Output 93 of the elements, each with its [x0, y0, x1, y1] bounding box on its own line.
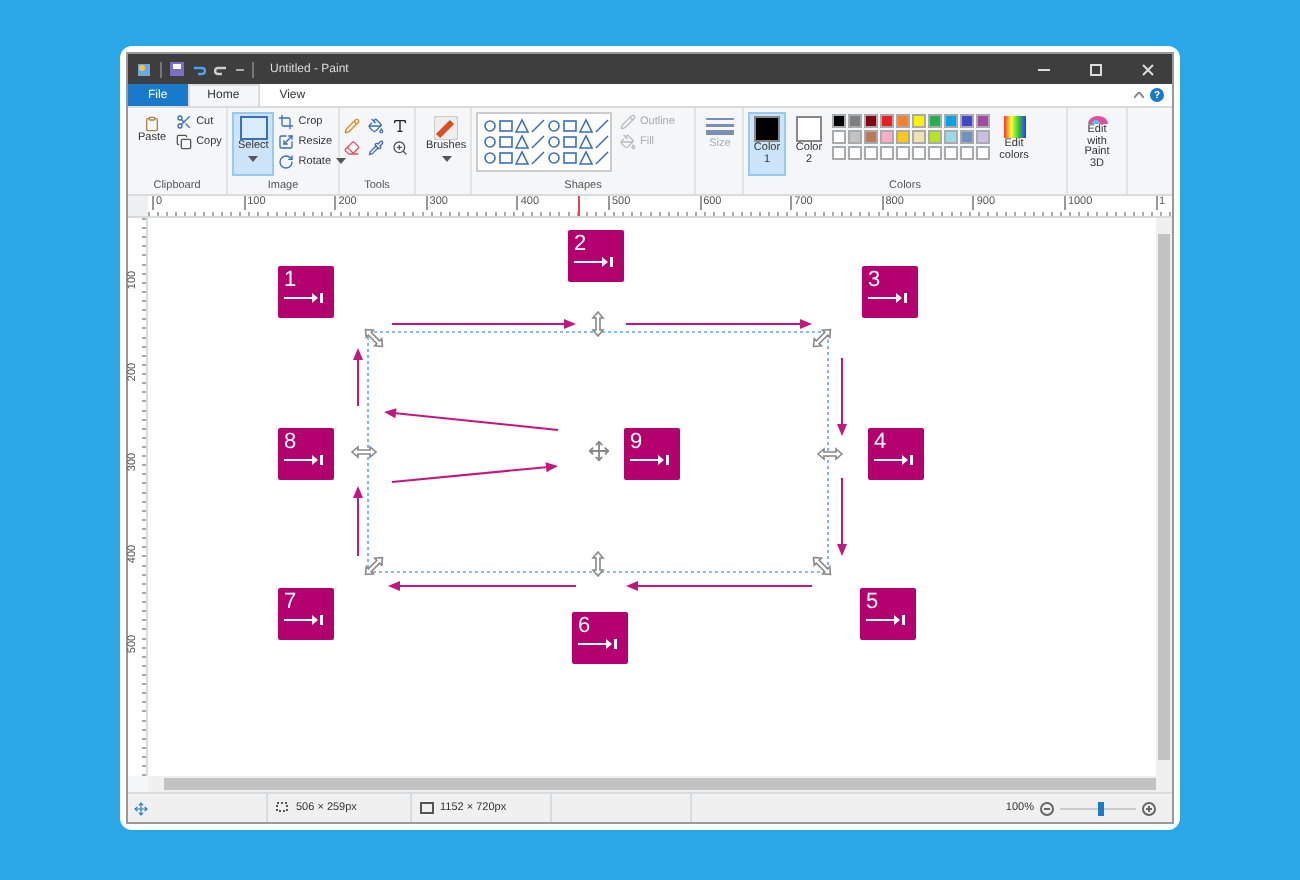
undo-icon[interactable]	[192, 62, 206, 76]
palette-swatch[interactable]	[832, 114, 846, 128]
palette-swatch[interactable]	[896, 130, 910, 144]
step-number: 5	[866, 592, 881, 614]
dropdown-icon[interactable]	[236, 65, 244, 73]
palette-swatch[interactable]	[928, 130, 942, 144]
arrow-to-bar-icon	[866, 614, 906, 626]
palette-swatch[interactable]	[976, 114, 990, 128]
drawing-canvas[interactable]: 2 1 3 8 9 4 7 5 6	[148, 218, 1156, 776]
step-number: 3	[868, 270, 883, 292]
arrow-to-bar-icon	[284, 614, 324, 626]
magnifier-icon	[392, 140, 408, 156]
arrow-to-bar-icon	[284, 292, 324, 304]
selection-size-icon	[276, 801, 290, 815]
palette-swatch[interactable]	[896, 114, 910, 128]
caret-icon[interactable]	[248, 155, 259, 162]
zoom-in-icon[interactable]	[1142, 801, 1156, 815]
zoom-out-icon[interactable]	[1040, 801, 1054, 815]
arrow-to-bar-icon	[868, 292, 908, 304]
line-width-icon	[706, 116, 734, 138]
resize-handle-icon[interactable]	[812, 328, 832, 348]
step-number: 8	[284, 432, 299, 454]
resize-handle-icon[interactable]	[364, 556, 384, 576]
palette-swatch[interactable]	[976, 130, 990, 144]
palette-swatch[interactable]	[960, 130, 974, 144]
brush-icon	[434, 116, 459, 140]
palette-swatch[interactable]	[960, 114, 974, 128]
collapse-ribbon-icon[interactable]	[1134, 92, 1144, 98]
palette-swatch[interactable]	[944, 130, 958, 144]
arrow-to-bar-icon	[574, 256, 614, 268]
color-picker-icon	[368, 140, 384, 156]
palette-swatch[interactable]	[944, 114, 958, 128]
palette-swatch[interactable]	[880, 130, 894, 144]
arrow	[353, 348, 363, 407]
shapes-gallery-drawing[interactable]	[476, 112, 612, 172]
maximize-icon[interactable]	[1088, 61, 1104, 77]
arrow-to-bar-icon	[874, 454, 914, 466]
step-number: 6	[578, 616, 593, 638]
fill-icon	[620, 133, 636, 149]
paint-3d-icon	[1087, 116, 1107, 124]
cursor-position-icon	[134, 801, 148, 815]
zoom-slider-thumb[interactable]	[1098, 801, 1105, 815]
palette-swatch[interactable]	[848, 114, 862, 128]
clipboard-icon	[144, 116, 161, 132]
move-icon[interactable]	[588, 440, 610, 462]
caret-icon[interactable]	[441, 155, 452, 162]
palette-swatch[interactable]	[928, 114, 942, 128]
scissors-icon	[176, 113, 193, 129]
save-icon[interactable]	[170, 62, 184, 76]
redo-icon[interactable]	[214, 62, 228, 76]
step-number: 9	[630, 432, 645, 454]
copy-icon	[176, 133, 193, 149]
step-number: 1	[284, 270, 299, 292]
resize-handle-icon[interactable]	[364, 328, 384, 348]
palette-swatch[interactable]	[880, 114, 894, 128]
outline-icon	[620, 113, 636, 129]
arrow	[837, 477, 847, 556]
arrow-to-bar-icon	[284, 454, 324, 466]
palette-swatch[interactable]	[864, 114, 878, 128]
resize-handle-icon[interactable]	[816, 447, 844, 461]
pencil-icon	[344, 118, 360, 134]
arrow	[837, 357, 847, 436]
arrow	[353, 486, 363, 557]
fill-bucket-icon	[368, 118, 384, 134]
arrow-to-bar-icon	[578, 638, 618, 650]
palette-swatch[interactable]	[912, 114, 926, 128]
step-number: 7	[284, 592, 299, 614]
resize-handle-icon[interactable]	[350, 445, 378, 459]
step-number: 2	[574, 234, 589, 256]
text-icon	[392, 118, 408, 134]
color-spectrum-icon	[1003, 116, 1025, 138]
caret-icon[interactable]	[335, 158, 346, 164]
palette-swatch[interactable]	[864, 130, 878, 144]
close-icon[interactable]	[1140, 61, 1156, 77]
selection-rectangle[interactable]	[367, 331, 829, 573]
palette-swatch[interactable]	[848, 130, 862, 144]
rotate-icon	[278, 153, 295, 169]
resize-icon	[278, 133, 295, 149]
palette-swatch[interactable]	[912, 130, 926, 144]
step-number: 4	[874, 432, 889, 454]
selection-icon	[239, 116, 268, 140]
palette-swatch[interactable]	[832, 130, 846, 144]
eraser-icon	[344, 140, 360, 156]
image-size-icon	[420, 801, 434, 815]
resize-handle-icon[interactable]	[591, 550, 605, 578]
horizontal-scrollbar[interactable]	[148, 776, 1172, 792]
paint-app-icon	[136, 61, 152, 77]
resize-handle-icon[interactable]	[812, 556, 832, 576]
resize-handle-icon[interactable]	[591, 310, 605, 338]
cursor-marker	[578, 196, 580, 216]
vertical-scrollbar[interactable]	[1156, 218, 1172, 776]
crop-icon	[278, 113, 295, 129]
arrow-to-bar-icon	[630, 454, 670, 466]
